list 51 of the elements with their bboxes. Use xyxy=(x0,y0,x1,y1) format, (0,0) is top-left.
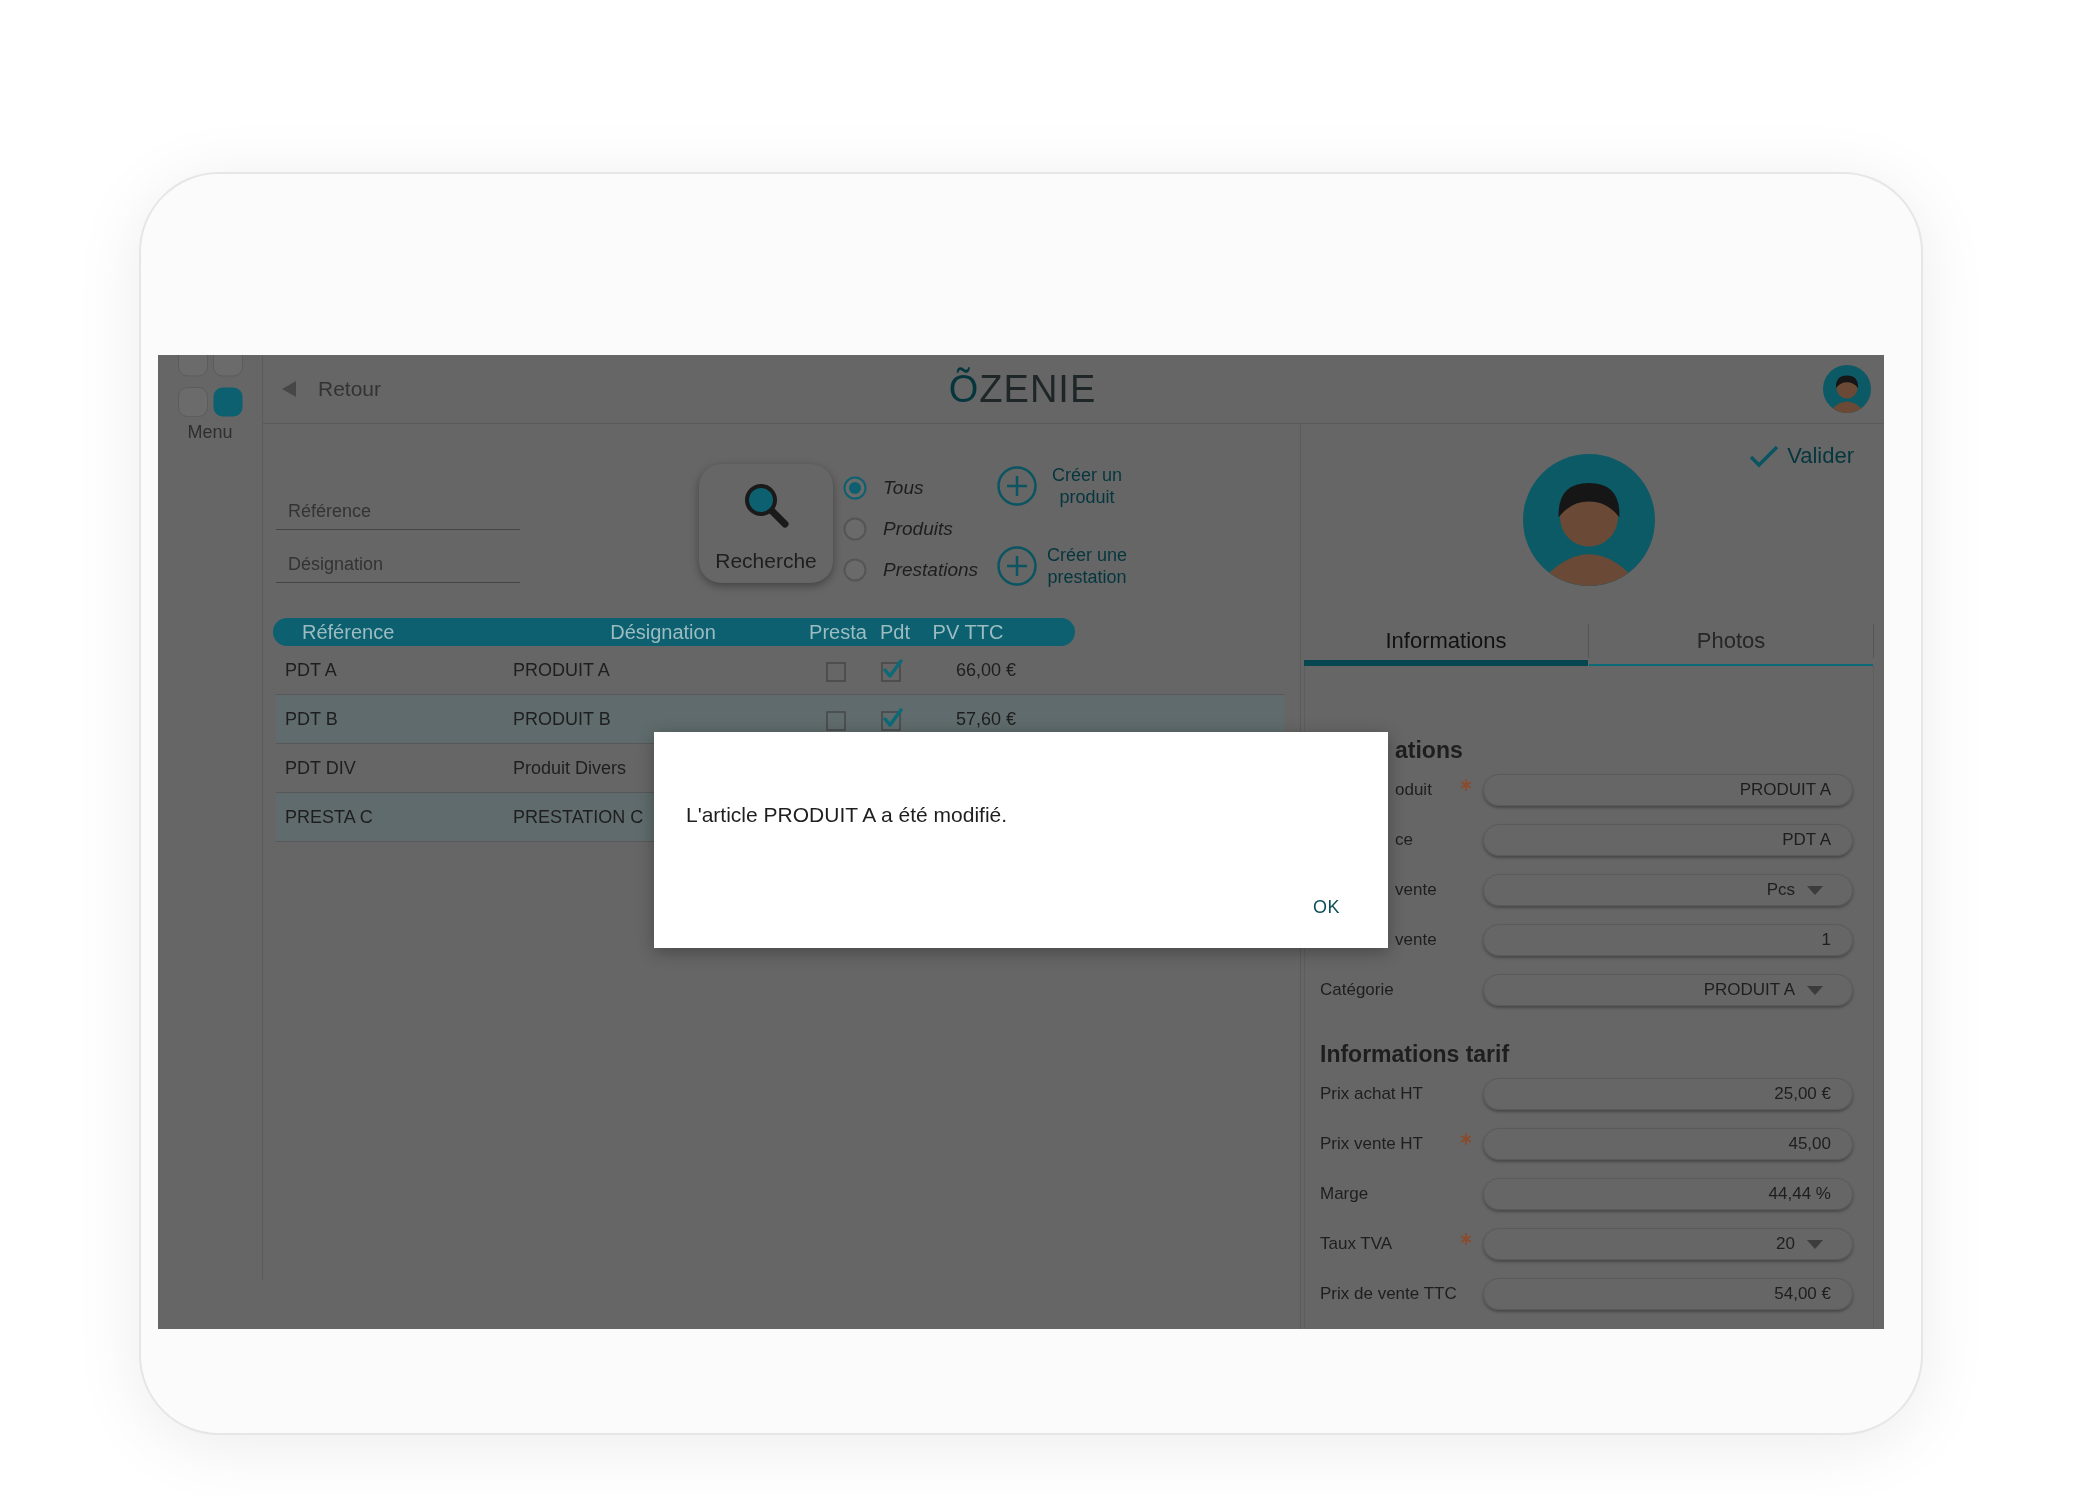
plus-circle-icon xyxy=(997,546,1037,586)
search-icon xyxy=(743,482,789,528)
checkbox[interactable] xyxy=(880,658,904,682)
menu-button[interactable]: Menu xyxy=(177,355,243,443)
table-cell: PRODUIT B xyxy=(513,709,611,729)
column-header: PV TTC xyxy=(932,621,1004,643)
checkbox[interactable] xyxy=(880,707,904,731)
field-label: Prix de vente TTC xyxy=(1320,1283,1457,1306)
field-label: ce xyxy=(1395,829,1413,852)
table-cell: PRODUIT A xyxy=(513,660,610,680)
column-header: Référence xyxy=(302,621,395,643)
radio-option[interactable]: Tous xyxy=(843,476,985,500)
column-header: Pdt xyxy=(880,621,910,643)
radio-option[interactable]: Prestations xyxy=(843,558,985,582)
table-cell: Produit Divers xyxy=(513,758,627,778)
column-header: Désignation xyxy=(610,621,716,643)
field-label: oduit xyxy=(1395,779,1432,802)
avatar-icon[interactable] xyxy=(1523,454,1655,586)
table-cell: PRESTA C xyxy=(285,807,373,827)
field-label: vente xyxy=(1395,879,1437,902)
table-cell: 66,00 € xyxy=(955,660,1017,680)
field-label: Catégorie xyxy=(1320,979,1394,1002)
field-label: Prix achat HT xyxy=(1320,1083,1423,1106)
create-button[interactable]: Créer un produit xyxy=(997,464,1136,508)
column-header: Presta xyxy=(809,621,867,643)
table-cell: PDT A xyxy=(285,660,337,680)
table-cell: PDT DIV xyxy=(285,758,356,778)
section-heading: ations xyxy=(1395,735,1463,765)
table-cell: 57,60 € xyxy=(955,709,1017,729)
table-cell: PDT B xyxy=(285,709,338,729)
plus-circle-icon xyxy=(997,466,1037,506)
validate-button[interactable]: Valider xyxy=(1749,440,1854,472)
tab[interactable]: Photos xyxy=(1589,617,1873,666)
create-button[interactable]: Créer une prestation xyxy=(997,544,1136,588)
check-icon xyxy=(1749,444,1780,468)
table-cell: PRESTATION C xyxy=(513,807,644,827)
field-label: Prix vente HT xyxy=(1320,1133,1423,1156)
tab[interactable]: Informations xyxy=(1304,617,1588,666)
dialog-message: L'article PRODUIT A a été modifié. xyxy=(686,802,1009,828)
caret-down-icon xyxy=(1807,1239,1823,1249)
field-label: vente xyxy=(1395,929,1437,952)
field-label: Marge xyxy=(1320,1183,1369,1206)
caret-down-icon xyxy=(1807,885,1823,895)
ok-button[interactable]: OK xyxy=(1301,889,1352,925)
search-button[interactable]: Recherche xyxy=(699,464,833,583)
radio-option[interactable]: Produits xyxy=(843,517,985,541)
field-label: Taux TVA xyxy=(1320,1233,1393,1256)
section-heading: Informations tarif xyxy=(1320,1039,1510,1069)
caret-down-icon xyxy=(1807,985,1823,995)
avatar-icon[interactable] xyxy=(1823,365,1871,413)
caret-left-icon xyxy=(282,381,296,397)
